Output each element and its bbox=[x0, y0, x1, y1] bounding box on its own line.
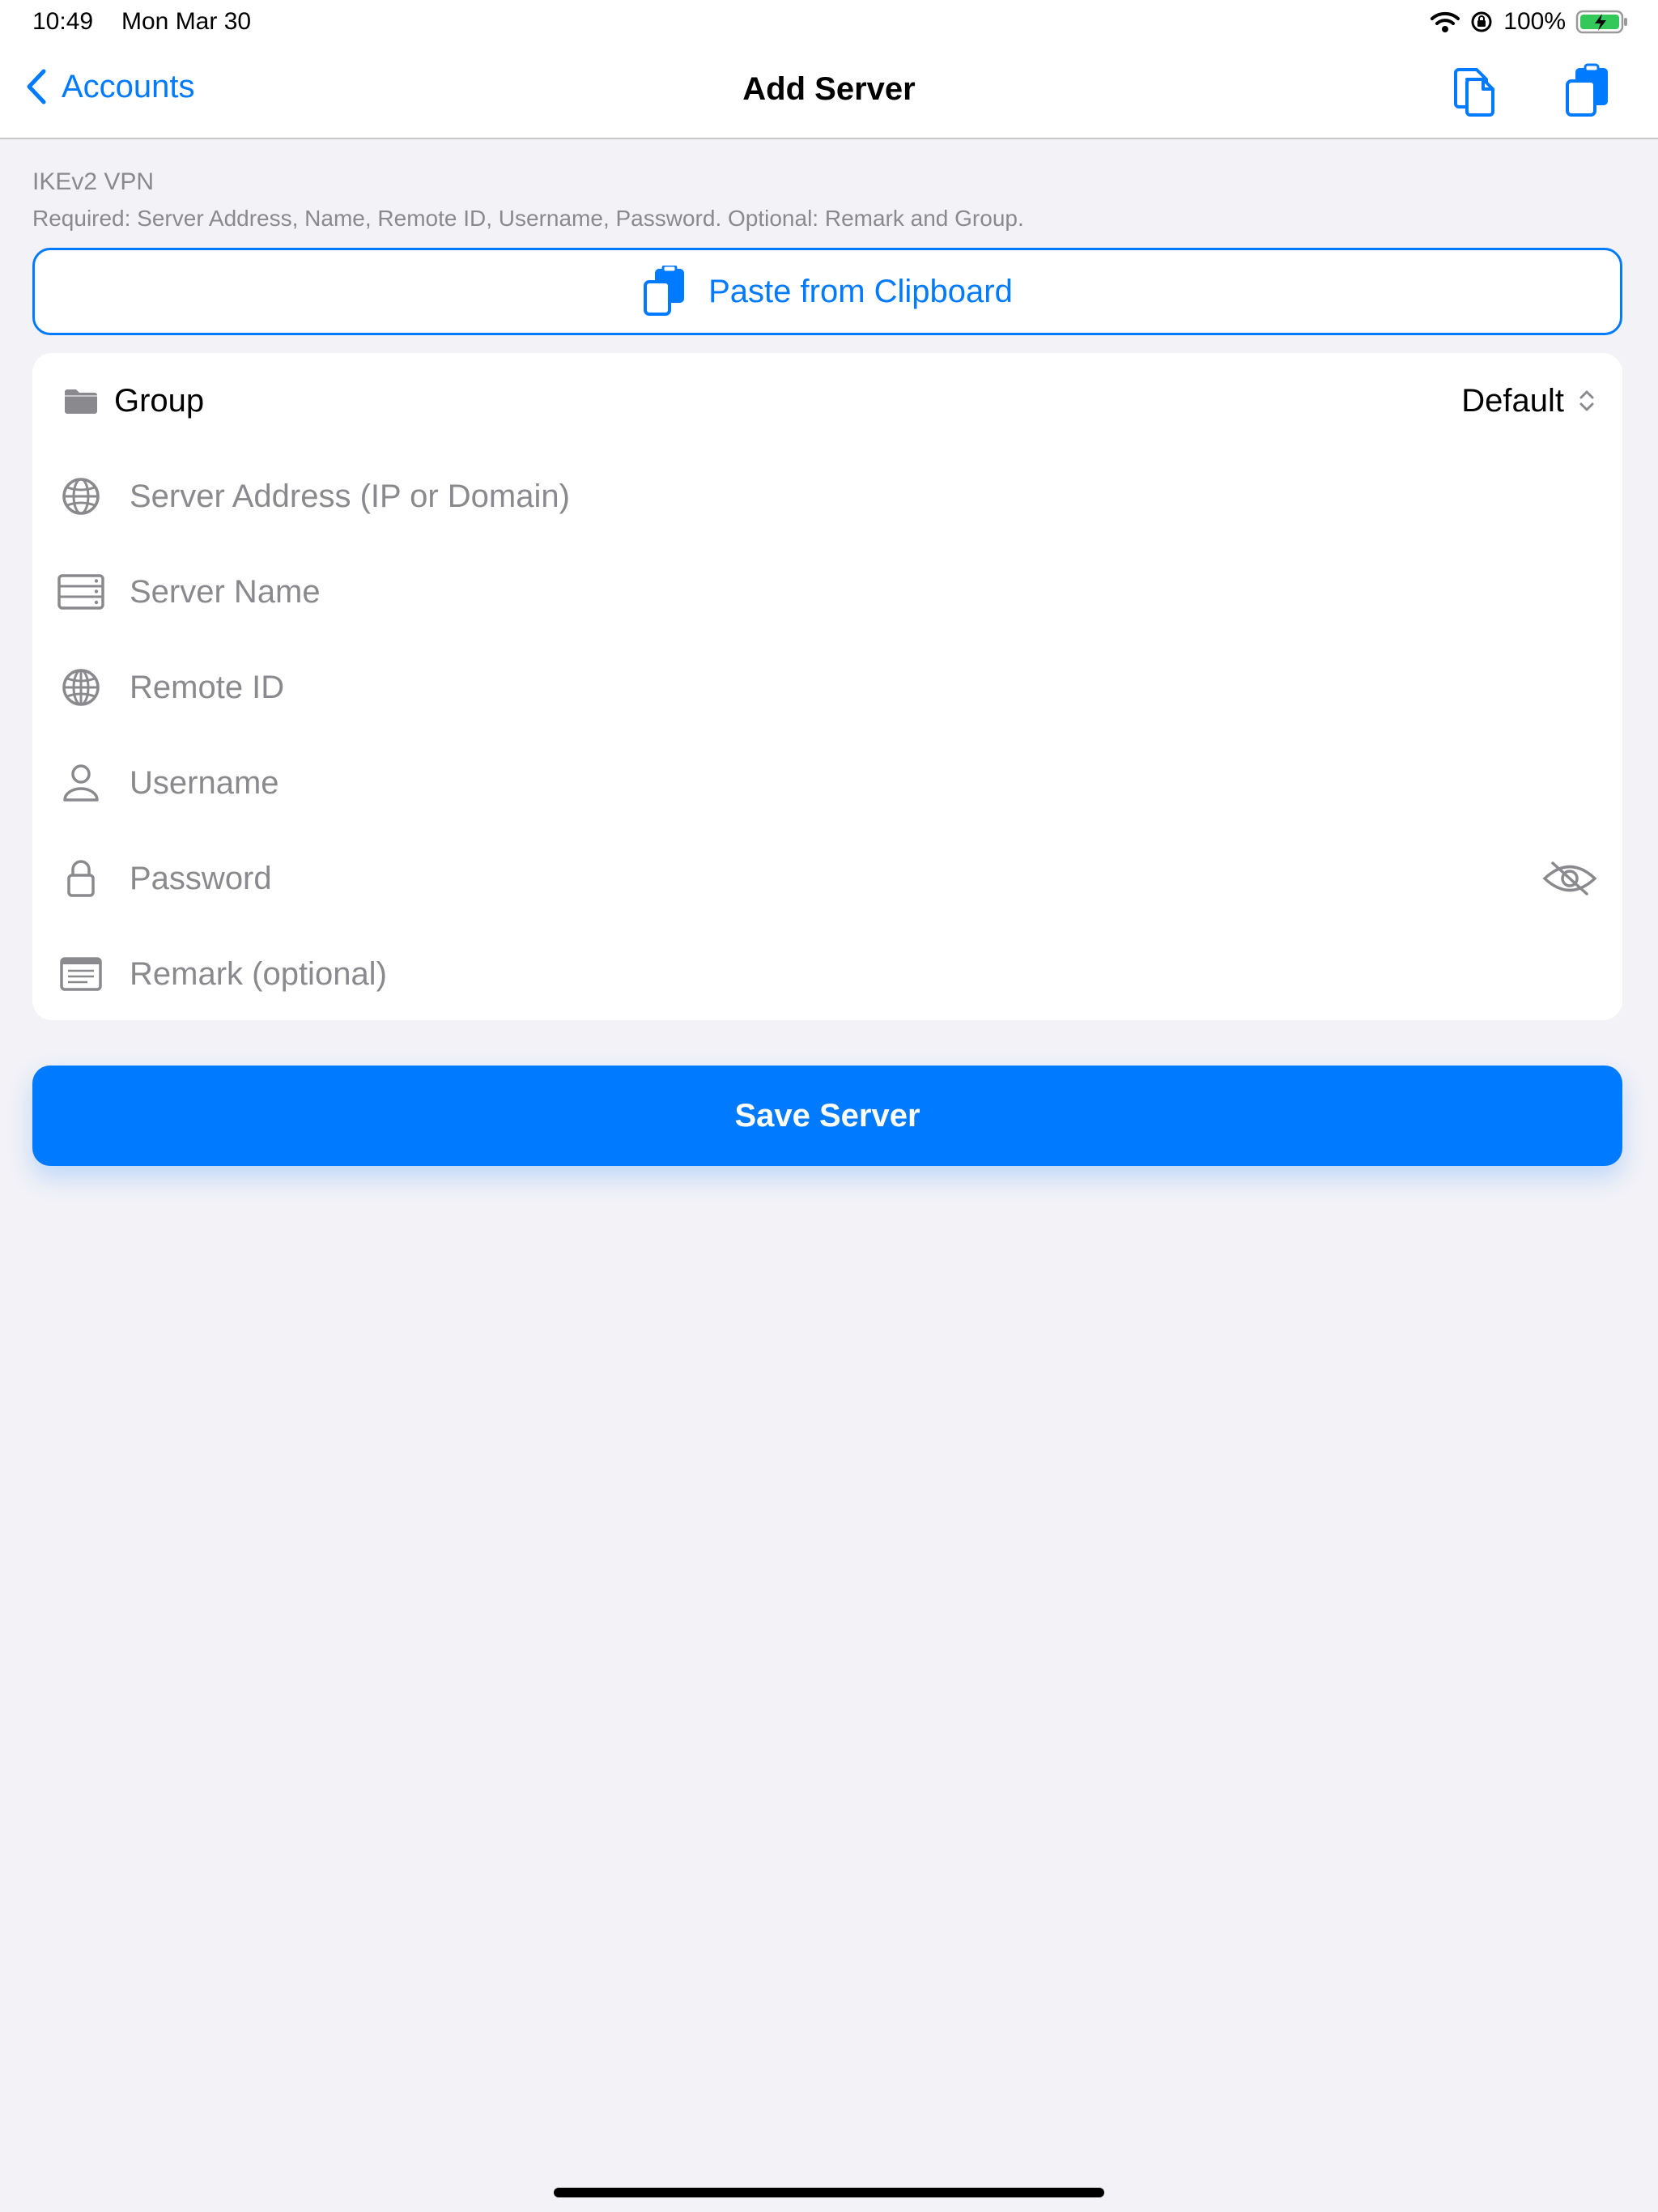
orientation-lock-icon bbox=[1469, 10, 1494, 34]
home-indicator bbox=[554, 2188, 1104, 2197]
password-input[interactable] bbox=[130, 854, 1490, 903]
username-input[interactable] bbox=[130, 759, 1490, 807]
server-address-row bbox=[32, 449, 1622, 544]
status-indicators: 100% bbox=[1431, 6, 1629, 37]
section-title: IKEv2 VPN bbox=[32, 168, 155, 195]
globe-network-icon bbox=[57, 472, 105, 521]
note-text-icon bbox=[57, 950, 105, 998]
remark-input[interactable] bbox=[130, 950, 1490, 998]
page-title: Add Server bbox=[742, 71, 916, 107]
globe-icon bbox=[57, 663, 105, 712]
folder-icon bbox=[57, 376, 105, 425]
clipboard-paste-icon bbox=[644, 266, 685, 316]
group-select[interactable]: Default bbox=[1461, 383, 1595, 419]
server-form-card: Group Default bbox=[32, 353, 1622, 1020]
paste-clipboard-button[interactable] bbox=[1562, 63, 1614, 120]
status-time: 10:49 bbox=[32, 8, 94, 35]
copy-documents-icon bbox=[1454, 68, 1494, 117]
lock-icon bbox=[57, 854, 105, 903]
group-label: Group bbox=[114, 382, 205, 419]
battery-charging-icon bbox=[1575, 9, 1629, 35]
battery-percent: 100% bbox=[1503, 8, 1566, 35]
person-icon bbox=[57, 759, 105, 807]
chevron-up-down-icon bbox=[1579, 390, 1594, 411]
remote-id-row bbox=[32, 640, 1622, 735]
navigation-bar: Accounts Add Server bbox=[0, 44, 1658, 138]
paste-from-clipboard-button[interactable]: Paste from Clipboard bbox=[32, 248, 1622, 335]
eye-slash-icon[interactable] bbox=[1541, 854, 1598, 903]
server-name-input[interactable] bbox=[130, 568, 1490, 616]
group-value: Default bbox=[1461, 382, 1564, 419]
copy-button[interactable] bbox=[1448, 63, 1499, 120]
remark-row bbox=[32, 926, 1622, 1022]
section-subtitle: Required: Server Address, Name, Remote I… bbox=[32, 206, 1024, 231]
server-name-row bbox=[32, 544, 1622, 640]
remote-id-input[interactable] bbox=[130, 663, 1490, 712]
username-row bbox=[32, 735, 1622, 831]
wifi-icon bbox=[1431, 11, 1460, 33]
clipboard-paste-icon bbox=[1566, 63, 1608, 117]
password-row bbox=[32, 831, 1622, 926]
server-rack-icon bbox=[57, 568, 105, 616]
paste-button-label: Paste from Clipboard bbox=[708, 273, 1013, 309]
status-date: Mon Mar 30 bbox=[121, 8, 252, 35]
server-address-input[interactable] bbox=[130, 472, 1490, 521]
group-row[interactable]: Group Default bbox=[32, 353, 1622, 449]
status-bar: 10:49 Mon Mar 30 100% bbox=[0, 0, 1658, 44]
save-server-button[interactable]: Save Server bbox=[32, 1066, 1622, 1166]
top-bar: 10:49 Mon Mar 30 100% Accounts Add Serve… bbox=[0, 0, 1658, 139]
